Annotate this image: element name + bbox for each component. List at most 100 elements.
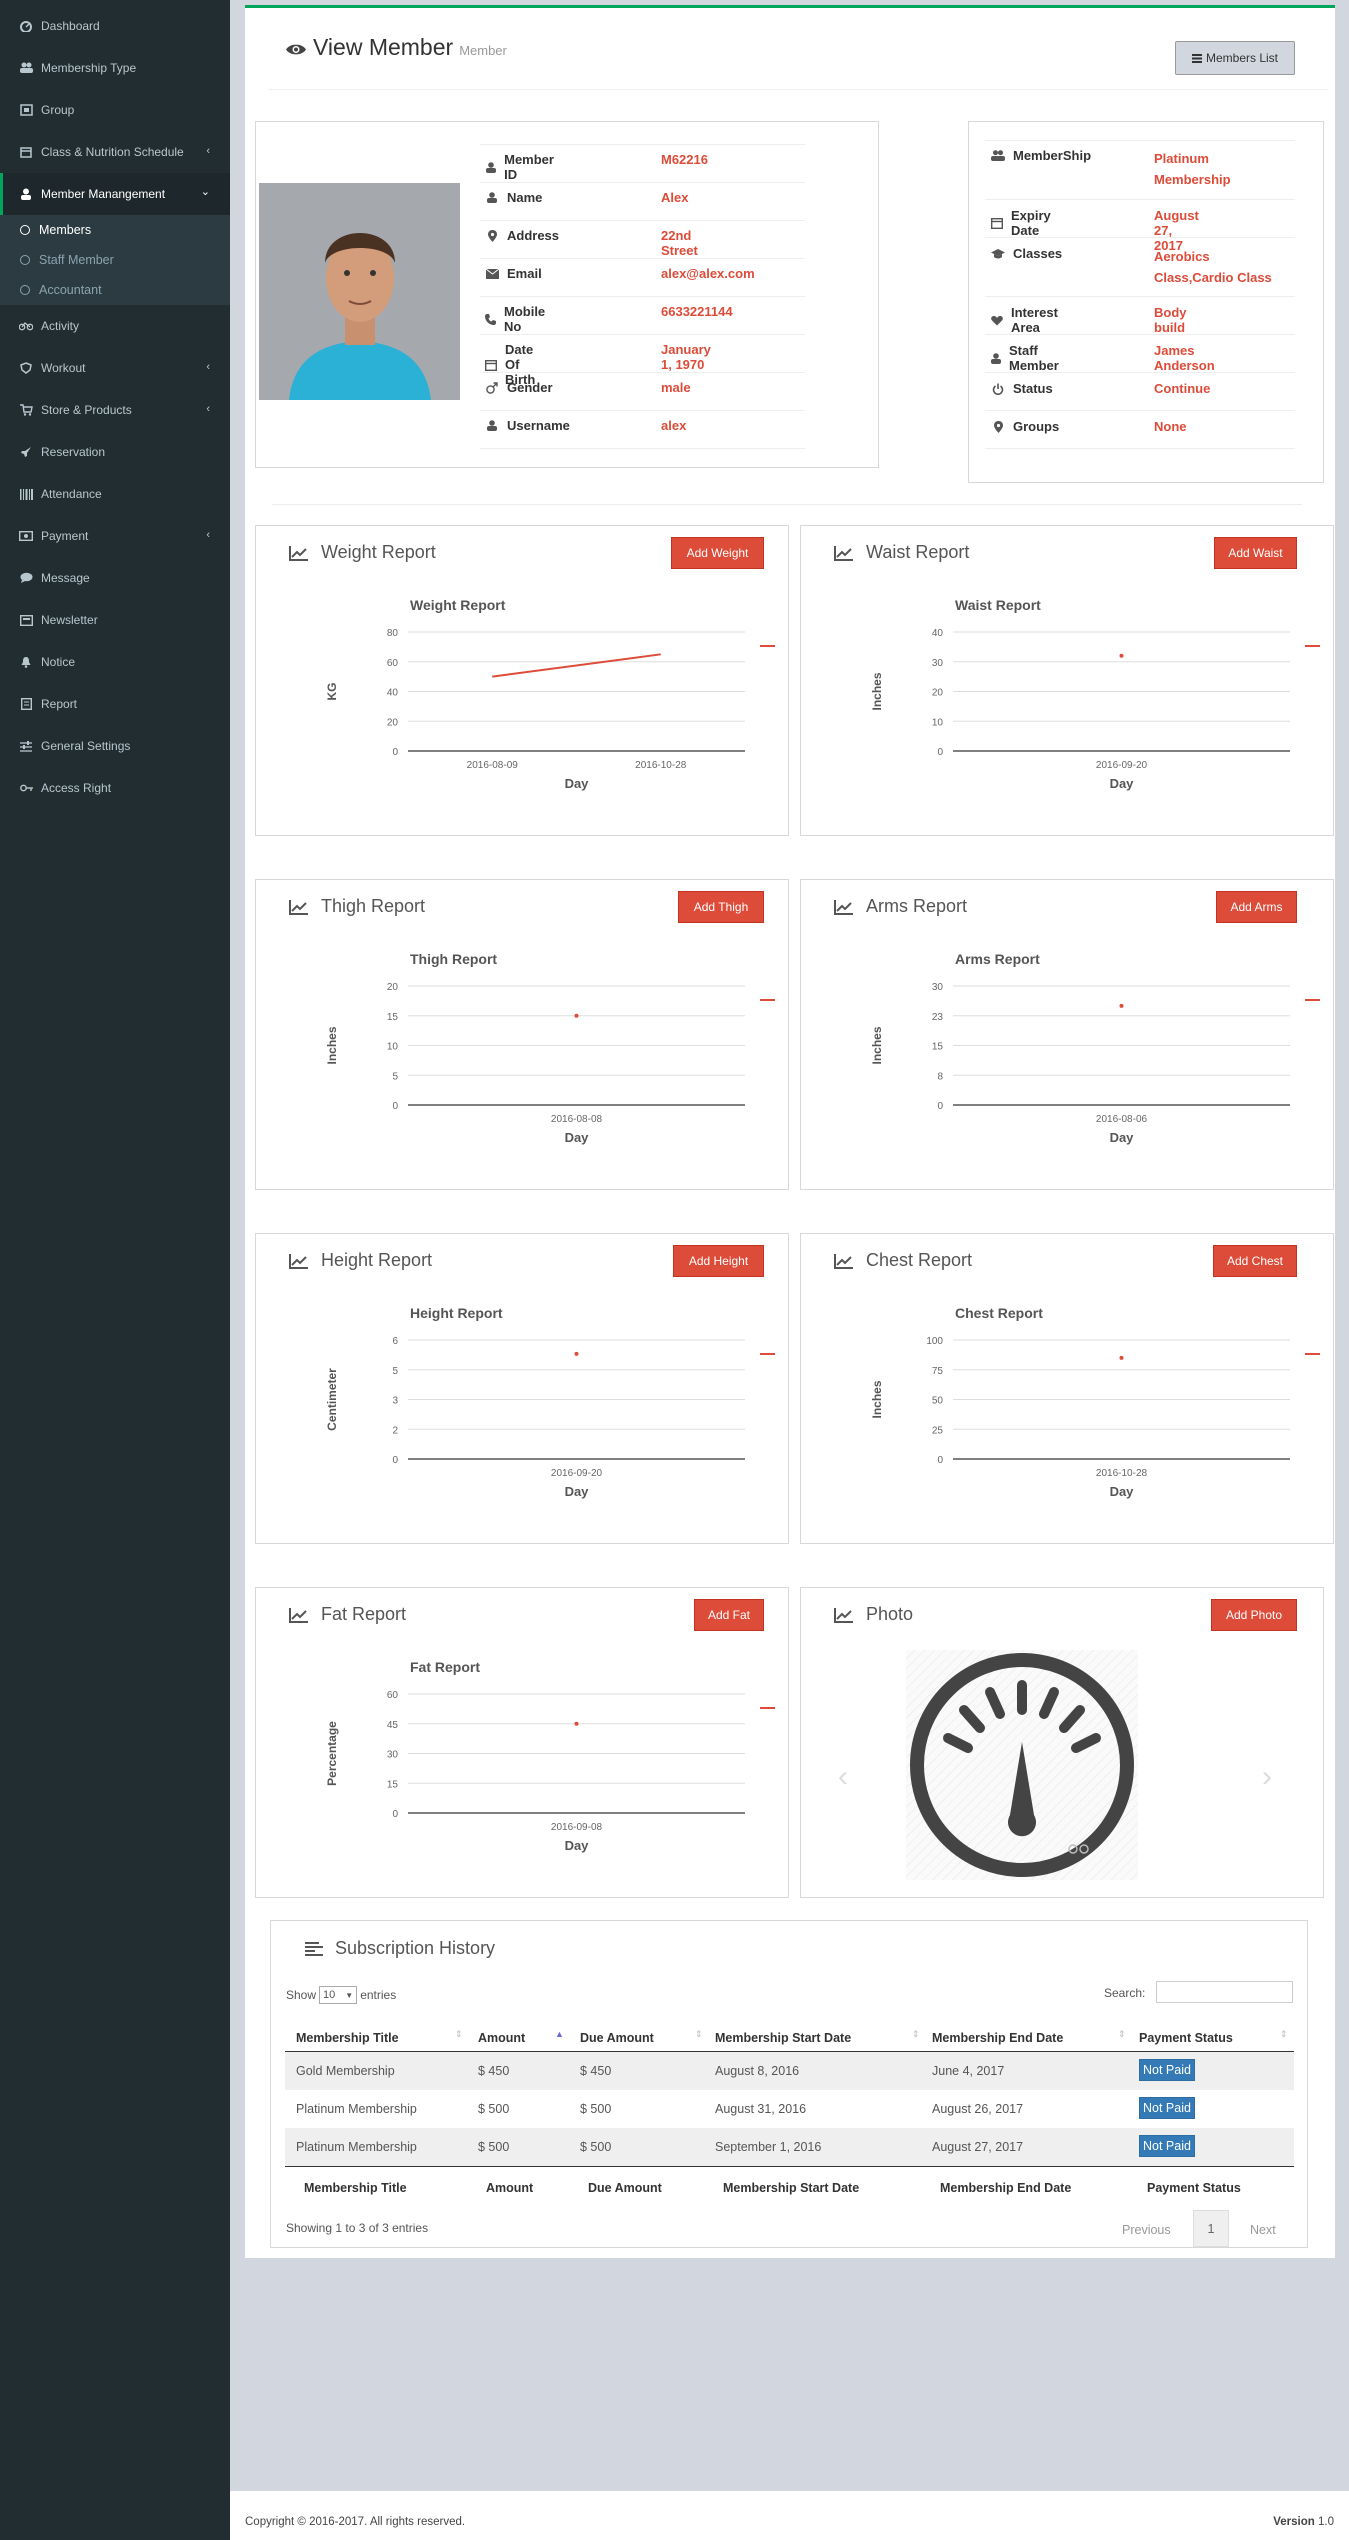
report-title: Arms Report [834,896,967,917]
search-label: Search: [1104,1986,1146,2000]
sidebar-item-membership-type[interactable]: Membership Type [0,47,230,89]
groups-value: None [1154,419,1187,434]
add-height-button[interactable]: Add Height [673,1245,764,1277]
membership-label: Classes [991,246,1062,261]
sidebar-item-payment[interactable]: Payment ‹ [0,515,230,557]
column-header[interactable]: Due Amount [580,2031,654,2045]
chart-title: Arms Report [955,951,1040,967]
length-control: Show 10 ▼ entries [286,1986,396,2004]
report-title-text: Fat Report [321,1604,407,1624]
add-waist-button[interactable]: Add Waist [1214,537,1297,569]
table-cell: $ 500 [580,2102,612,2116]
add-photo-button[interactable]: Add Photo [1211,1599,1297,1631]
sidebar-item-activity[interactable]: Activity [0,305,230,347]
y-tick-label: 20 [387,717,399,728]
sort-icon[interactable]: ⇕ [455,2029,463,2040]
column-header[interactable]: Membership End Date [932,2031,1063,2045]
data-point [574,1013,579,1018]
bars-icon [1191,53,1202,63]
y-tick-label: 0 [937,1101,943,1112]
interest-area-value: Body build [1154,305,1187,335]
sidebar-item-workout[interactable]: Workout ‹ [0,347,230,389]
member-label: Username [485,418,570,433]
membership-type-label: MemberShip [1013,148,1092,163]
report-title: Fat Report [289,1604,406,1625]
y-tick-label: 20 [387,982,399,993]
column-header[interactable]: Amount [478,2031,525,2045]
sidebar-subitem-accountant[interactable]: Accountant [0,275,230,305]
sidebar-item-reservation[interactable]: Reservation [0,431,230,473]
add-weight-button[interactable]: Add Weight [671,537,764,569]
sidebar-item-label: Attendance [41,487,102,501]
sidebar-item-message[interactable]: Message [0,557,230,599]
page-1-button[interactable]: 1 [1193,2210,1229,2247]
money-icon [18,529,34,543]
sort-icon[interactable]: ⇕ [1280,2029,1288,2040]
column-header[interactable]: Membership Start Date [715,2031,851,2045]
y-axis-label: KG [325,683,339,701]
add-arms-button[interactable]: Add Arms [1216,891,1297,923]
previous-button[interactable]: Previous [1122,2223,1171,2237]
sort-icon[interactable]: ⇕ [912,2029,920,2040]
add-thigh-button[interactable]: Add Thigh [678,891,764,923]
sort-icon[interactable]: ⇕ [695,2029,703,2040]
column-header[interactable]: Payment Status [1139,2031,1233,2045]
male-icon [485,381,499,394]
y-tick-label: 40 [932,628,944,639]
sidebar-item-label: Workout [41,361,86,375]
sort-icon[interactable]: ⇕ [1118,2029,1126,2040]
y-tick-label: 0 [937,747,943,758]
length-select[interactable]: 10 ▼ [319,1986,358,2004]
y-tick-label: 30 [932,658,944,669]
align-left-icon [305,1941,323,1956]
column-footer: Membership Start Date [723,2181,860,2195]
status-value: Continue [1154,381,1211,396]
sidebar-item-general-settings[interactable]: General Settings [0,725,230,767]
report-title: Chest Report [834,1250,972,1271]
sidebar-item-class-schedule[interactable]: Class & Nutrition Schedule ‹ [0,131,230,173]
carousel-prev-button[interactable]: ‹ [838,1760,848,1794]
x-tick-label: 2016-09-08 [551,1822,603,1833]
y-tick-label: 6 [392,1336,398,1347]
x-axis-label: Day [1110,1130,1135,1145]
chevron-left-icon: ‹ [206,361,210,373]
rocket-icon [18,445,34,459]
add-chest-button[interactable]: Add Chest [1213,1245,1297,1277]
y-tick-label: 75 [932,1366,944,1377]
sidebar-item-notice[interactable]: Notice [0,641,230,683]
chevron-left-icon: ‹ [206,403,210,415]
report-chart: Height Report02356CentimeterDay...2016-0… [325,1305,775,1499]
column-header[interactable]: Membership Title [296,2031,399,2045]
table-cell: $ 450 [478,2064,510,2078]
y-tick-label: 20 [932,688,944,699]
bell-icon [18,655,34,669]
sidebar-subitem-members[interactable]: Members [0,215,230,245]
sidebar-item-dashboard[interactable]: Dashboard [0,5,230,47]
sidebar-item-store[interactable]: Store & Products ‹ [0,389,230,431]
table-footer-border [285,2166,1294,2167]
members-list-button[interactable]: Members List [1175,41,1295,75]
sidebar-item-label: Reservation [41,445,106,459]
y-tick-label: 0 [937,1455,943,1466]
sidebar-item-member-management[interactable]: Member Manangement ⌄ [0,173,230,215]
sidebar-subitem-staff-member[interactable]: Staff Member [0,245,230,275]
sidebar-item-attendance[interactable]: Attendance [0,473,230,515]
next-button[interactable]: Next [1250,2223,1276,2237]
search-input[interactable] [1156,1981,1293,2003]
divider [985,334,1295,335]
sidebar-item-access-right[interactable]: Access Right [0,767,230,809]
newspaper-icon [18,613,34,627]
entries-label: entries [360,1988,397,2002]
sidebar-item-newsletter[interactable]: Newsletter [0,599,230,641]
y-axis-label: Inches [870,1026,884,1064]
report-title-text: Weight Report [321,542,436,562]
file-icon [18,697,34,711]
sidebar-item-label: Group [41,103,75,117]
data-point [1119,653,1124,658]
version-label: Version [1273,2516,1315,2528]
sidebar-item-report[interactable]: Report [0,683,230,725]
sort-icon[interactable]: ▲ [555,2029,564,2039]
add-fat-button[interactable]: Add Fat [694,1599,764,1631]
carousel-next-button[interactable]: › [1262,1760,1272,1794]
sidebar-item-group[interactable]: Group [0,89,230,131]
